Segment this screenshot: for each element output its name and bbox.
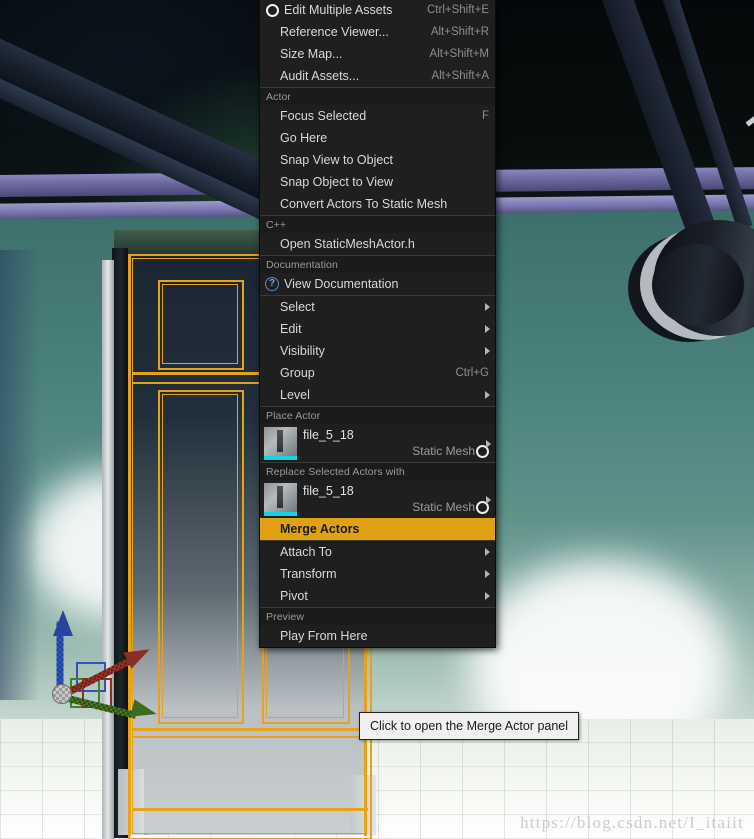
- menu-section-header-replace-actor: Replace Selected Actors with: [260, 463, 495, 480]
- gizmo-axis-z-arrow[interactable]: [53, 610, 73, 636]
- menu-item-shortcut: Alt+Shift+R: [430, 26, 489, 38]
- menu-item-snap-view-to-object[interactable]: Snap View to Object: [260, 149, 495, 171]
- scene-left-wall-shade: [0, 250, 40, 700]
- transform-gizmo[interactable]: [36, 606, 166, 726]
- menu-item-select[interactable]: Select: [260, 296, 495, 318]
- menu-item-label: Edit Multiple Assets: [284, 3, 393, 17]
- menu-item-reference-viewer[interactable]: Reference Viewer... Alt+Shift+R: [260, 21, 495, 43]
- menu-group-place-actor: Place Actor file_5_18 Static Mesh: [260, 407, 495, 462]
- asset-info: file_5_18 Static Mesh: [303, 483, 489, 514]
- door-jamb: [112, 248, 128, 838]
- menu-item-snap-object-to-view[interactable]: Snap Object to View: [260, 171, 495, 193]
- menu-item-label: Focus Selected: [280, 109, 367, 123]
- chevron-right-icon: [485, 570, 490, 578]
- menu-item-merge-actors[interactable]: Merge Actors: [260, 518, 495, 540]
- menu-item-view-documentation[interactable]: ? View Documentation: [260, 273, 495, 295]
- menu-group-preview: Preview Play From Here: [260, 608, 495, 647]
- chevron-right-icon: [485, 347, 490, 355]
- menu-item-convert-actors-to-static-mesh[interactable]: Convert Actors To Static Mesh: [260, 193, 495, 215]
- menu-item-label: Group: [280, 366, 315, 380]
- menu-item-label: Edit: [280, 322, 302, 336]
- menu-item-shortcut: Ctrl+G: [455, 367, 489, 379]
- menu-item-audit-assets[interactable]: Audit Assets... Alt+Shift+A: [260, 65, 495, 87]
- menu-section-header-preview: Preview: [260, 608, 495, 625]
- asset-info: file_5_18 Static Mesh: [303, 427, 489, 458]
- gizmo-origin-handle[interactable]: [52, 684, 72, 704]
- gizmo-axis-y-arrow[interactable]: [130, 699, 159, 723]
- menu-item-shortcut: F: [481, 110, 489, 122]
- menu-item-label: Convert Actors To Static Mesh: [280, 197, 448, 211]
- menu-group-replace-actor: Replace Selected Actors with file_5_18 S…: [260, 463, 495, 518]
- menu-group-documentation: Documentation ? View Documentation: [260, 256, 495, 295]
- menu-item-edit-multiple-assets[interactable]: Edit Multiple Assets Ctrl+Shift+E: [260, 0, 495, 21]
- asset-name-label: file_5_18: [303, 428, 354, 442]
- actor-context-menu[interactable]: Edit Multiple Assets Ctrl+Shift+E Refere…: [259, 0, 496, 648]
- help-icon: ?: [264, 276, 280, 292]
- menu-item-label: View Documentation: [284, 277, 399, 291]
- menu-item-label: Snap View to Object: [280, 153, 394, 167]
- scene-ceiling-fixture-inner: [652, 244, 744, 326]
- menu-item-label: Transform: [280, 567, 337, 581]
- menu-item-play-from-here[interactable]: Play From Here: [260, 625, 495, 647]
- menu-item-label: Open StaticMeshActor.h: [280, 237, 415, 251]
- menu-item-visibility[interactable]: Visibility: [260, 340, 495, 362]
- menu-item-edit[interactable]: Edit: [260, 318, 495, 340]
- menu-item-label: Merge Actors: [280, 522, 360, 536]
- door-left-trim: [102, 260, 114, 839]
- asset-type-label: Static Mesh: [412, 500, 475, 514]
- asset-type-label: Static Mesh: [412, 444, 475, 458]
- chevron-right-icon: [486, 496, 491, 504]
- menu-item-label: Go Here: [280, 131, 328, 145]
- menu-item-shortcut: Alt+Shift+M: [429, 48, 489, 60]
- menu-item-group[interactable]: Group Ctrl+G: [260, 362, 495, 384]
- menu-item-label: Select: [280, 300, 315, 314]
- menu-item-shortcut: Ctrl+Shift+E: [427, 4, 489, 16]
- menu-item-label: Pivot: [280, 589, 308, 603]
- menu-group-actor: Actor Focus Selected F Go Here Snap View…: [260, 88, 495, 215]
- editor-window: Edit Multiple Assets Ctrl+Shift+E Refere…: [0, 0, 754, 839]
- chevron-right-icon: [485, 325, 490, 333]
- menu-group-cpp: C++ Open StaticMeshActor.h: [260, 216, 495, 255]
- chevron-right-icon: [486, 440, 491, 448]
- menu-item-level[interactable]: Level: [260, 384, 495, 406]
- asset-name-label: file_5_18: [303, 484, 354, 498]
- menu-item-label: Reference Viewer...: [280, 25, 389, 39]
- menu-item-replace-actor-asset[interactable]: file_5_18 Static Mesh: [260, 480, 495, 518]
- menu-group-transform: Attach To Transform Pivot: [260, 541, 495, 607]
- menu-section-header-place-actor: Place Actor: [260, 407, 495, 424]
- menu-section-header-cpp: C++: [260, 216, 495, 233]
- merge-actors-tooltip: Click to open the Merge Actor panel: [359, 712, 580, 740]
- menu-item-pivot[interactable]: Pivot: [260, 585, 495, 607]
- menu-item-label: Snap Object to View: [280, 175, 394, 189]
- chevron-right-icon: [485, 548, 490, 556]
- menu-item-go-here[interactable]: Go Here: [260, 127, 495, 149]
- menu-item-transform[interactable]: Transform: [260, 563, 495, 585]
- menu-item-label: Size Map...: [280, 47, 343, 61]
- asset-type-row: Static Mesh: [303, 444, 489, 458]
- menu-section-header-actor: Actor: [260, 88, 495, 105]
- chevron-right-icon: [485, 592, 490, 600]
- menu-item-shortcut: Alt+Shift+A: [431, 70, 489, 82]
- menu-item-label: Play From Here: [280, 629, 368, 643]
- chevron-right-icon: [485, 303, 490, 311]
- menu-item-focus-selected[interactable]: Focus Selected F: [260, 105, 495, 127]
- asset-thumbnail-icon: [264, 483, 297, 516]
- menu-item-label: Attach To: [280, 545, 332, 559]
- menu-section-header-documentation: Documentation: [260, 256, 495, 273]
- asset-thumbnail-icon: [264, 427, 297, 460]
- menu-item-attach-to[interactable]: Attach To: [260, 541, 495, 563]
- menu-item-size-map[interactable]: Size Map... Alt+Shift+M: [260, 43, 495, 65]
- menu-item-place-actor-asset[interactable]: file_5_18 Static Mesh: [260, 424, 495, 462]
- menu-item-label: Level: [280, 388, 310, 402]
- chevron-right-icon: [485, 391, 490, 399]
- asset-type-row: Static Mesh: [303, 500, 489, 514]
- ring-icon: [264, 2, 280, 18]
- menu-group-edit-tools: Select Edit Visibility Group Ctrl+G Leve…: [260, 296, 495, 406]
- menu-item-label: Audit Assets...: [280, 69, 360, 83]
- menu-item-open-staticmeshactor-header[interactable]: Open StaticMeshActor.h: [260, 233, 495, 255]
- menu-group-asset-actions: Edit Multiple Assets Ctrl+Shift+E Refere…: [260, 0, 495, 87]
- menu-item-label: Visibility: [280, 344, 325, 358]
